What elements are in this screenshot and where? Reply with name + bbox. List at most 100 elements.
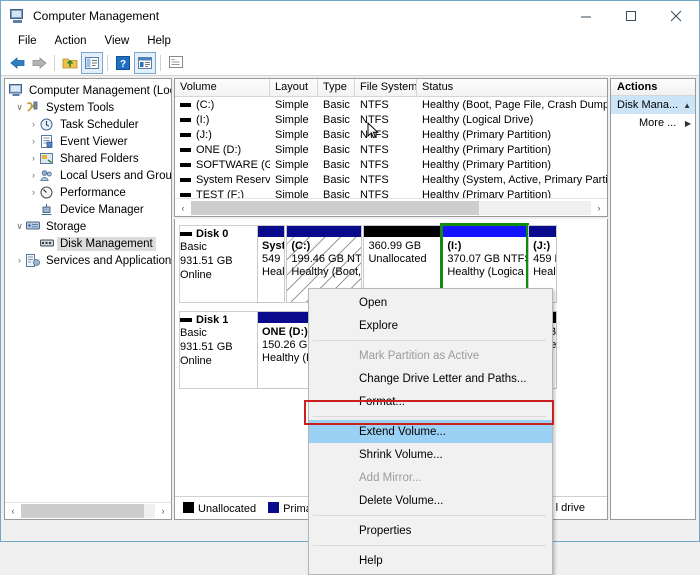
actions-item-more[interactable]: More ... ▶ [611, 114, 695, 132]
sidebar-item-services-and-applications[interactable]: › Services and Applications [5, 252, 171, 269]
chevron-down-icon[interactable]: ∨ [13, 218, 26, 235]
sidebar-label: Services and Applications [46, 255, 171, 267]
table-row[interactable]: (J:) Simple Basic NTFS Healthy (Primary … [175, 127, 607, 142]
sidebar-item-disk-management[interactable]: Disk Management [5, 235, 171, 252]
chevron-right-icon[interactable]: › [27, 184, 40, 201]
volume-list-rows: (C:) Simple Basic NTFS Healthy (Boot, Pa… [175, 97, 607, 198]
partition-title: (I:) [447, 240, 526, 253]
cell-type: Basic [318, 174, 355, 186]
chevron-right-icon[interactable]: ▶ [685, 119, 691, 128]
chevron-right-icon[interactable]: › [27, 150, 40, 167]
sidebar-item-task-scheduler[interactable]: › Task Scheduler [5, 116, 171, 133]
actions-item-disk-management[interactable]: Disk Mana... ▲ [611, 96, 695, 114]
sidebar-item-system-tools[interactable]: ∨ System Tools [5, 99, 171, 116]
partition-size: 199.46 GB NTFS [291, 253, 361, 266]
scroll-track[interactable] [191, 201, 591, 215]
menu-separator [313, 515, 546, 516]
column-header-file-system[interactable]: File System [355, 79, 417, 96]
volume-icon [180, 103, 191, 107]
sidebar-item-event-viewer[interactable]: › Event Viewer [5, 133, 171, 150]
menu-action[interactable]: Action [46, 34, 96, 48]
scroll-left-arrow-icon[interactable]: ‹ [5, 504, 21, 519]
menu-file[interactable]: File [9, 34, 46, 48]
cell-fs: NTFS [355, 99, 417, 111]
scroll-right-arrow-icon[interactable]: › [155, 504, 171, 519]
volume-icon [180, 193, 191, 197]
table-row[interactable]: (C:) Simple Basic NTFS Healthy (Boot, Pa… [175, 97, 607, 112]
menu-help[interactable]: Help [138, 34, 180, 48]
cell-volume: SOFTWARE (G:) [196, 159, 270, 171]
partition-text: System 549 ME Health [258, 237, 284, 302]
menu-view[interactable]: View [96, 34, 139, 48]
disk-1-info[interactable]: Disk 1 Basic 931.51 GB Online [179, 311, 257, 389]
legend-label: Unallocated [198, 503, 256, 515]
table-row[interactable]: ONE (D:) Simple Basic NTFS Healthy (Prim… [175, 142, 607, 157]
show-hide-console-tree-icon[interactable] [81, 52, 103, 74]
minimize-button[interactable] [564, 1, 609, 31]
chevron-right-icon[interactable]: › [27, 133, 40, 150]
sidebar-label: Disk Management [57, 237, 156, 251]
forward-arrow-icon[interactable] [28, 52, 50, 74]
menu-item-properties[interactable]: Properties [309, 519, 552, 542]
sidebar-label: Performance [60, 187, 126, 199]
chevron-right-icon[interactable]: › [13, 252, 26, 269]
menu-item-change-drive-letter-and-paths[interactable]: Change Drive Letter and Paths... [309, 367, 552, 390]
close-button[interactable] [654, 1, 699, 31]
column-header-status[interactable]: Status [417, 79, 607, 96]
column-header-type[interactable]: Type [318, 79, 355, 96]
disk-0-type: Basic [180, 240, 257, 254]
sidebar-item-storage[interactable]: ∨ Storage [5, 218, 171, 235]
sidebar-item-shared-folders[interactable]: › Shared Folders [5, 150, 171, 167]
tree-horizontal-scrollbar[interactable]: ‹ › [5, 502, 171, 519]
back-arrow-icon[interactable] [6, 52, 28, 74]
column-header-layout[interactable]: Layout [270, 79, 318, 96]
cell-volume: System Reserved [196, 174, 270, 186]
partition-title: (J:) [533, 240, 556, 253]
maximize-button[interactable] [609, 1, 654, 31]
menu-item-format[interactable]: Format... [309, 390, 552, 413]
menu-separator [313, 545, 546, 546]
table-row[interactable]: System Reserved Simple Basic NTFS Health… [175, 172, 607, 187]
volume-list-horizontal-scrollbar[interactable]: ‹ › [175, 198, 607, 216]
column-header-volume[interactable]: Volume [175, 79, 270, 96]
scroll-left-arrow-icon[interactable]: ‹ [175, 200, 191, 215]
scroll-right-arrow-icon[interactable]: › [591, 200, 607, 215]
up-folder-icon[interactable] [59, 52, 81, 74]
svg-text:?: ? [120, 59, 126, 70]
table-row[interactable]: SOFTWARE (G:) Simple Basic NTFS Healthy … [175, 157, 607, 172]
menu-item-help[interactable]: Help [309, 549, 552, 572]
cell-fs: NTFS [355, 114, 417, 126]
chevron-right-icon[interactable]: › [27, 116, 40, 133]
table-row[interactable]: (I:) Simple Basic NTFS Healthy (Logical … [175, 112, 607, 127]
cell-layout: Simple [270, 174, 318, 186]
partition-status: Healthy (Boot, P [291, 266, 361, 279]
volume-icon [180, 133, 191, 137]
chevron-up-icon[interactable]: ▲ [683, 101, 691, 110]
help-icon[interactable]: ? [112, 52, 134, 74]
scroll-thumb[interactable] [191, 201, 479, 215]
cell-type: Basic [318, 114, 355, 126]
tree-root-computer-management[interactable]: Computer Management (Local [5, 82, 171, 99]
menu-item-explore[interactable]: Explore [309, 314, 552, 337]
menu-item-delete-volume[interactable]: Delete Volume... [309, 489, 552, 512]
scroll-thumb[interactable] [21, 504, 144, 518]
sidebar-item-local-users-and-groups[interactable]: › Local Users and Groups [5, 167, 171, 184]
menu-item-open[interactable]: Open [309, 291, 552, 314]
export-list-icon[interactable] [165, 52, 187, 74]
table-row[interactable]: TEST (F:) Simple Basic NTFS Healthy (Pri… [175, 187, 607, 198]
sidebar-item-performance[interactable]: › Performance [5, 184, 171, 201]
scroll-track[interactable] [21, 504, 155, 518]
sidebar-item-device-manager[interactable]: Device Manager [5, 201, 171, 218]
partition-system-reserved[interactable]: System 549 ME Health [257, 225, 285, 303]
chevron-right-icon[interactable]: › [27, 167, 40, 184]
volume-icon [180, 178, 191, 182]
cell-layout: Simple [270, 129, 318, 141]
menu-item-shrink-volume[interactable]: Shrink Volume... [309, 443, 552, 466]
disk-1-size: 931.51 GB [180, 340, 257, 354]
properties-icon[interactable] [134, 52, 156, 74]
disk-management-icon [40, 237, 56, 251]
menu-item-extend-volume[interactable]: Extend Volume... [309, 420, 552, 443]
system-tools-icon [26, 101, 42, 115]
disk-0-info[interactable]: Disk 0 Basic 931.51 GB Online [179, 225, 257, 303]
chevron-down-icon[interactable]: ∨ [13, 99, 26, 116]
